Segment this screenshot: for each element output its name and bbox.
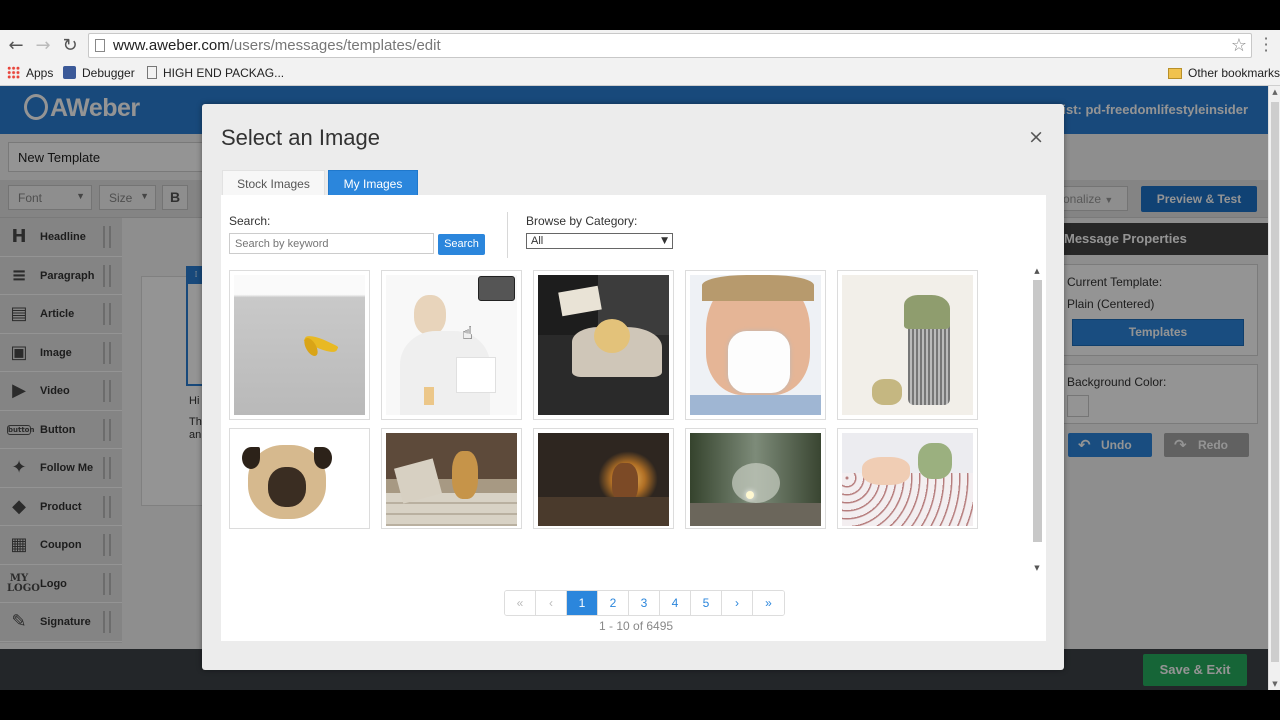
pug-image [234, 433, 365, 526]
image-thumb-sick-woman[interactable]: ☝ [381, 270, 522, 420]
scrollbar-thumb[interactable] [1271, 102, 1279, 662]
folder-icon [1168, 68, 1182, 79]
apps-grid-icon [7, 66, 20, 79]
money-trash-image [842, 275, 973, 415]
scroll-up-icon[interactable]: ▲ [1270, 88, 1280, 96]
category-select[interactable]: All ▼ [526, 233, 673, 249]
image-thumb-banana-peel[interactable] [229, 270, 370, 420]
banana-peel-image [234, 275, 365, 415]
page-5[interactable]: 5 [691, 591, 722, 615]
page-prev[interactable]: ‹ [536, 591, 567, 615]
woman-couch-image [538, 275, 669, 415]
page-scrollbar[interactable]: ▲ ▼ [1268, 86, 1280, 690]
pagination: « ‹ 1 2 3 4 5 › » [504, 590, 785, 616]
page-2[interactable]: 2 [598, 591, 629, 615]
image-thumb-child-dark[interactable] [533, 428, 674, 529]
bookmark-apps[interactable]: Apps [7, 66, 53, 80]
image-thumb-motorcycle-fog[interactable] [685, 428, 826, 529]
baby-crib-image [842, 433, 973, 526]
page-next[interactable]: › [722, 591, 753, 615]
image-thumb-pug[interactable] [229, 428, 370, 529]
close-icon[interactable]: × [1028, 126, 1044, 148]
bookmark-debugger[interactable]: Debugger [63, 66, 135, 80]
forward-icon[interactable]: → [33, 36, 53, 56]
page-4[interactable]: 4 [660, 591, 691, 615]
search-button[interactable]: Search [438, 234, 485, 255]
man-sneezing-image [690, 275, 821, 415]
page-last[interactable]: » [753, 591, 784, 615]
dog-papers-image [386, 433, 517, 526]
modal-title: Select an Image [221, 125, 380, 150]
browser-toolbar: ← → ↻ www.aweber.com/users/messages/temp… [0, 30, 1280, 86]
chevron-down-icon: ▼ [661, 236, 668, 246]
page-3[interactable]: 3 [629, 591, 660, 615]
search-label: Search: [229, 214, 271, 228]
child-dark-image [538, 433, 669, 526]
image-thumb-dog-papers[interactable] [381, 428, 522, 529]
reload-icon[interactable]: ↻ [60, 36, 80, 56]
page-first[interactable]: « [505, 591, 536, 615]
tab-my-images[interactable]: My Images [328, 170, 418, 196]
divider [507, 212, 508, 258]
search-input[interactable] [229, 233, 434, 254]
bookmark-other[interactable]: Other bookmarks [1168, 66, 1280, 80]
image-browser-panel: Search: Search Browse by Category: All▼ … [221, 195, 1046, 641]
tab-stock-images[interactable]: Stock Images [222, 170, 325, 196]
address-bar[interactable]: www.aweber.com/users/messages/templates/… [88, 33, 1252, 58]
page-icon [95, 39, 105, 52]
image-thumb-man-sneezing[interactable] [685, 270, 826, 420]
facebook-icon [63, 66, 76, 79]
scroll-up-icon[interactable]: ▲ [1031, 267, 1043, 275]
scrollbar-thumb[interactable] [1033, 280, 1042, 542]
select-image-modal: Select an Image × Stock Images My Images… [202, 104, 1064, 670]
bookmark-star-icon[interactable]: ☆ [1231, 35, 1247, 56]
back-icon[interactable]: ← [6, 36, 26, 56]
image-thumb-baby-crib[interactable] [837, 428, 978, 529]
image-thumb-woman-couch[interactable] [533, 270, 674, 420]
scroll-down-icon[interactable]: ▼ [1031, 564, 1043, 572]
image-hover-badge[interactable] [478, 276, 515, 301]
hand-cursor-icon: ☝ [462, 323, 473, 344]
motorcycle-fog-image [690, 433, 821, 526]
page-icon [147, 66, 157, 79]
results-count: 1 - 10 of 6495 [599, 619, 674, 633]
image-thumb-money-trash[interactable] [837, 270, 978, 420]
bookmarks-bar: Apps Debugger HIGH END PACKAG... Other b… [0, 62, 1280, 84]
browser-menu-icon[interactable]: · · · [1262, 31, 1270, 59]
category-label: Browse by Category: [526, 214, 638, 228]
image-grid-scrollbar[interactable]: ▲ ▼ [1031, 266, 1043, 572]
url-text[interactable]: www.aweber.com/users/messages/templates/… [113, 37, 441, 54]
scroll-down-icon[interactable]: ▼ [1270, 680, 1280, 688]
bookmark-high-end[interactable]: HIGH END PACKAG... [147, 66, 284, 80]
page-1[interactable]: 1 [567, 591, 598, 615]
